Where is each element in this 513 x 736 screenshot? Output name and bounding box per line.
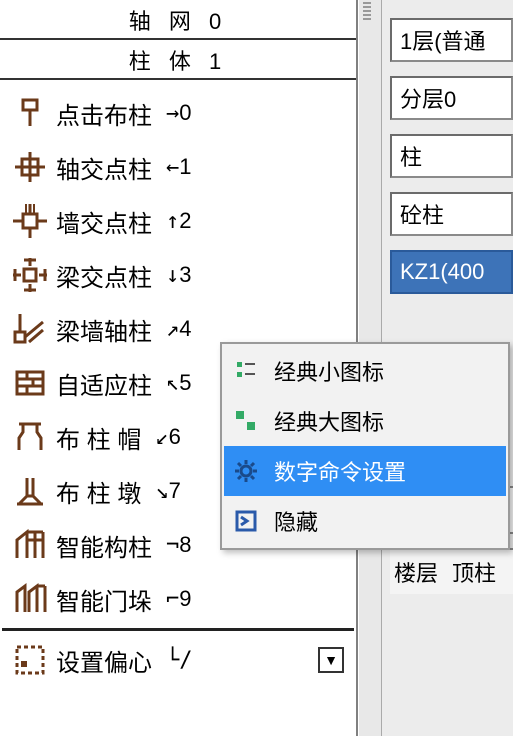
arrow-up-right-icon: ↗ — [152, 317, 179, 342]
chevron-down-icon: ▼ — [324, 652, 338, 668]
menu-label: 点击布柱 — [50, 96, 152, 131]
eccentricity-icon — [10, 640, 50, 680]
arrow-up-icon: ↑ — [152, 209, 179, 234]
shortcut-num: 3 — [179, 262, 191, 288]
ctx-label: 数字命令设置 — [266, 455, 506, 487]
gear-icon — [226, 446, 266, 496]
shortcut-num: 9 — [179, 586, 191, 612]
shortcut-num: 1 — [179, 154, 191, 180]
menu-label: 布 柱 帽 — [50, 420, 141, 455]
small-icons-icon — [226, 346, 266, 396]
menu-label: 梁墙轴柱 — [50, 312, 152, 347]
menu-wall-intersection-column[interactable]: 墙交点柱 ↑ 2 — [0, 194, 356, 248]
ctx-label: 隐藏 — [266, 505, 506, 537]
tab-floor[interactable]: 楼层 — [394, 556, 438, 588]
arrow-down-right-icon: ↘ — [141, 479, 168, 504]
instance-selector[interactable]: KZ1(400 — [390, 250, 513, 294]
param-tabs: 楼层 顶柱 — [390, 548, 513, 594]
column-cap-icon — [10, 417, 50, 457]
menu-label: 设置偏心 — [50, 643, 152, 678]
menu-label: 智能构柱 — [50, 528, 152, 563]
shortcut-num: 6 — [169, 424, 181, 450]
column-pier-icon — [10, 471, 50, 511]
beam-wall-axis-icon — [10, 309, 50, 349]
menu-label: 轴交点柱 — [50, 150, 152, 185]
shortcut-num: 7 — [169, 478, 181, 504]
shortcut-num: 2 — [179, 208, 191, 234]
angle-icon: ¬ — [152, 533, 179, 558]
arrow-left-icon: ← — [152, 155, 179, 180]
arrow-up-left-icon: ↖ — [152, 371, 179, 396]
ctx-numeric-command-settings[interactable]: 数字命令设置 — [224, 446, 506, 496]
wall-cross-icon — [10, 201, 50, 241]
column-pin-icon — [10, 93, 50, 133]
smart-door-pier-icon — [10, 579, 50, 619]
menu-label: 自适应柱 — [50, 366, 152, 401]
ctx-label: 经典大图标 — [266, 405, 506, 437]
menu-label: 墙交点柱 — [50, 204, 152, 239]
menu-beam-intersection-column[interactable]: 梁交点柱 ↓ 3 — [0, 248, 356, 302]
shortcut-num: 5 — [179, 370, 191, 396]
ctx-classic-large-icons[interactable]: 经典大图标 — [224, 396, 506, 446]
header-column-body[interactable]: 柱 体 1 — [0, 40, 356, 80]
menu-smart-door-pier[interactable]: 智能门垛 ⌐ 9 — [0, 572, 356, 626]
arrow-down-left-icon: ↙ — [141, 425, 168, 450]
angle-symbol-icon: └/ — [152, 648, 193, 673]
shortcut-num: 0 — [179, 100, 191, 126]
angle-mirrored-icon: ⌐ — [152, 587, 179, 612]
smart-column-icon — [10, 525, 50, 565]
hide-icon — [226, 496, 266, 546]
adaptive-column-icon — [10, 363, 50, 403]
separator — [2, 628, 354, 631]
ctx-label: 经典小图标 — [266, 355, 506, 387]
shortcut-num: 8 — [179, 532, 191, 558]
menu-set-eccentricity[interactable]: 设置偏心 └/ ▼ — [0, 633, 356, 687]
dropdown-button[interactable]: ▼ — [318, 647, 344, 673]
context-menu: 经典小图标 经典大图标 数字命令设置 隐藏 — [220, 342, 510, 550]
menu-axis-intersection-column[interactable]: 轴交点柱 ← 1 — [0, 140, 356, 194]
tab-top[interactable]: 顶柱 — [452, 556, 496, 588]
menu-click-place-column[interactable]: 点击布柱 → 0 — [0, 86, 356, 140]
axis-cross-icon — [10, 147, 50, 187]
menu-label: 梁交点柱 — [50, 258, 152, 293]
menu-label: 智能门垛 — [50, 582, 152, 617]
arrow-down-icon: ↓ — [152, 263, 179, 288]
category-selector[interactable]: 柱 — [390, 134, 513, 178]
floor-selector[interactable]: 1层(普通 — [390, 18, 513, 62]
shortcut-num: 4 — [179, 316, 191, 342]
layer-selector[interactable]: 分层0 — [390, 76, 513, 120]
arrow-right-icon: → — [152, 101, 179, 126]
ctx-classic-small-icons[interactable]: 经典小图标 — [224, 346, 506, 396]
large-icons-icon — [226, 396, 266, 446]
ctx-hide[interactable]: 隐藏 — [224, 496, 506, 546]
menu-label: 布 柱 墩 — [50, 474, 141, 509]
header-axis-grid[interactable]: 轴 网 0 — [0, 0, 356, 40]
beam-cross-icon — [10, 255, 50, 295]
type-selector[interactable]: 砼柱 — [390, 192, 513, 236]
